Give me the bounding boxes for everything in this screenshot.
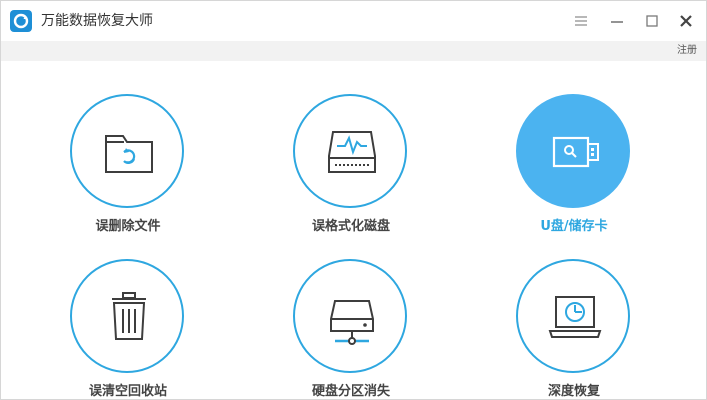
laptop-scan-icon xyxy=(548,296,602,338)
tile-emptied-recycle-bin[interactable]: 误清空回收站 xyxy=(48,259,208,399)
folder-recycle-icon xyxy=(105,135,153,173)
tile-deep-recovery[interactable]: 深度恢复 xyxy=(494,259,654,399)
tile-circle xyxy=(70,259,184,373)
maximize-icon[interactable] xyxy=(642,11,662,31)
app-title: 万能数据恢复大师 xyxy=(41,13,153,29)
tile-formatted-disk[interactable]: 误格式化磁盘 xyxy=(271,94,431,244)
register-link[interactable]: 注册 xyxy=(677,44,697,58)
tile-label: 误删除文件 xyxy=(95,219,161,234)
tile-label: U盘/储存卡 xyxy=(540,219,608,234)
close-icon[interactable] xyxy=(676,11,696,31)
title-bar: 万能数据恢复大师 xyxy=(1,1,706,41)
tile-label: 误清空回收站 xyxy=(88,384,167,399)
tile-lost-partition[interactable]: 硬盘分区消失 xyxy=(271,259,431,399)
tile-usb-card[interactable]: U盘/储存卡 xyxy=(494,94,654,244)
app-window: 万能数据恢复大师 注册 误删除文件 误格式化磁盘 U盘/储存卡 误清空回收站 硬… xyxy=(0,0,707,400)
tile-label: 深度恢复 xyxy=(547,384,600,399)
toolbar-strip: 注册 xyxy=(1,41,706,61)
tile-circle xyxy=(293,259,407,373)
usb-drive-icon xyxy=(552,136,599,168)
tile-label: 硬盘分区消失 xyxy=(311,384,390,399)
menu-icon[interactable] xyxy=(571,11,591,31)
tile-deleted-files[interactable]: 误删除文件 xyxy=(48,94,208,244)
tile-circle xyxy=(516,259,630,373)
minimize-icon[interactable] xyxy=(607,11,627,31)
tile-circle xyxy=(293,94,407,208)
disk-pulse-icon xyxy=(328,131,376,173)
trash-bin-icon xyxy=(112,292,146,340)
network-drive-icon xyxy=(330,300,374,345)
app-logo-icon xyxy=(10,10,32,32)
tile-circle xyxy=(70,94,184,208)
tile-label: 误格式化磁盘 xyxy=(311,219,390,234)
tile-circle xyxy=(516,94,630,208)
